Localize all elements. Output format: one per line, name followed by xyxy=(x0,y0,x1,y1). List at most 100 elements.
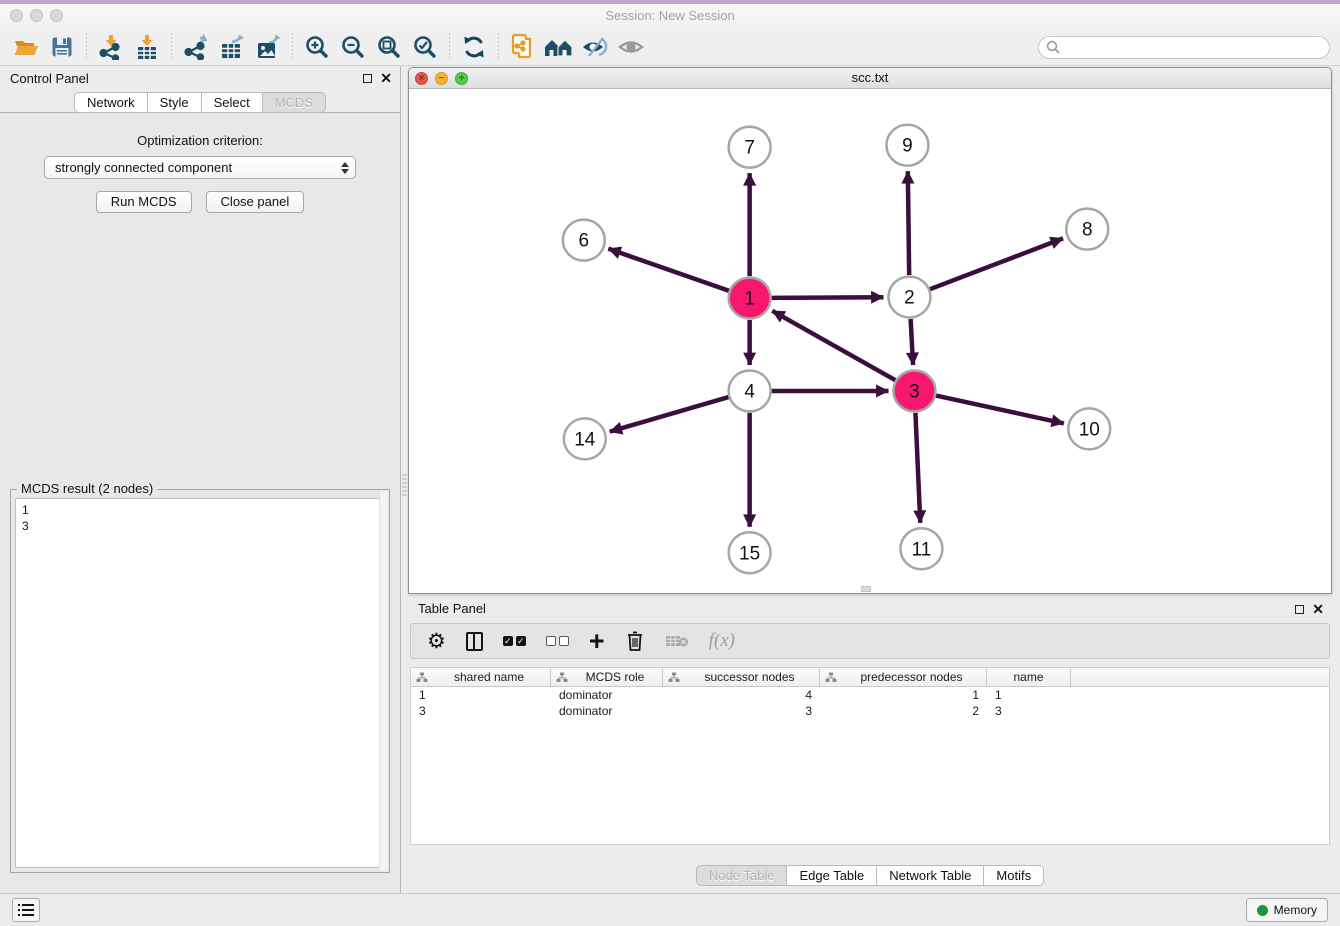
clone-network-icon xyxy=(510,33,536,61)
graph-node-6[interactable]: 6 xyxy=(563,220,605,261)
table-panel-title: Table Panel xyxy=(418,601,486,616)
graph-node-15[interactable]: 15 xyxy=(729,532,771,573)
network-minimize-button[interactable]: − xyxy=(435,72,448,85)
close-panel-icon[interactable]: ✕ xyxy=(380,72,392,84)
graph-edge-3-1[interactable] xyxy=(772,311,895,380)
toolbar-separator xyxy=(171,33,172,61)
task-history-button[interactable] xyxy=(12,898,40,922)
window-zoom-button[interactable] xyxy=(50,9,63,22)
run-mcds-button[interactable]: Run MCDS xyxy=(96,191,192,213)
tab-network-table[interactable]: Network Table xyxy=(877,865,984,886)
canvas-resize-grip[interactable] xyxy=(861,586,871,592)
delete-columns-button[interactable] xyxy=(625,630,645,652)
graph-node-9[interactable]: 9 xyxy=(886,125,928,166)
open-folder-icon xyxy=(13,35,40,59)
column-header-name[interactable]: name xyxy=(987,668,1071,686)
close-table-panel-icon[interactable]: ✕ xyxy=(1312,603,1324,615)
save-session-button[interactable] xyxy=(44,31,80,63)
show-column-panel-button[interactable] xyxy=(466,632,483,651)
open-session-button[interactable] xyxy=(8,31,44,63)
column-header-shared-name[interactable]: shared name xyxy=(411,668,551,686)
memory-button[interactable]: Memory xyxy=(1246,898,1328,922)
network-window-controls: × − + xyxy=(415,72,468,85)
graph-node-3[interactable]: 3 xyxy=(893,370,935,411)
result-scrollbar[interactable] xyxy=(379,491,388,871)
table-panel-header: Table Panel ✕ xyxy=(408,597,1332,621)
tab-mcds[interactable]: MCDS xyxy=(263,92,326,113)
tab-edge-table[interactable]: Edge Table xyxy=(787,865,877,886)
window-title: Session: New Session xyxy=(0,4,1340,28)
deselect-all-rows-button[interactable] xyxy=(546,636,569,646)
graph-node-8[interactable]: 8 xyxy=(1066,209,1108,250)
float-table-panel-icon[interactable] xyxy=(1295,605,1304,614)
panel-splitter[interactable] xyxy=(400,66,407,893)
tab-motifs[interactable]: Motifs xyxy=(984,865,1044,886)
add-column-button[interactable]: + xyxy=(589,631,605,651)
table-options-button[interactable]: ⚙ xyxy=(427,631,446,652)
graph-edge-2-3[interactable] xyxy=(911,319,913,365)
graph-node-10[interactable]: 10 xyxy=(1068,408,1110,449)
import-table-from-file-button[interactable] xyxy=(129,31,165,63)
splitter-grip-icon[interactable] xyxy=(402,474,407,496)
export-image-button[interactable] xyxy=(250,31,286,63)
graph-node-7[interactable]: 7 xyxy=(729,127,771,168)
search-icon xyxy=(1046,40,1061,55)
close-panel-button[interactable]: Close panel xyxy=(206,191,305,213)
network-canvas[interactable]: 7 9 6 8 1 2 4 3 14 10 15 11 xyxy=(409,89,1331,592)
zoom-out-button[interactable] xyxy=(335,31,371,63)
tab-select[interactable]: Select xyxy=(202,92,263,113)
graph-node-label: 2 xyxy=(904,288,915,309)
hide-selected-button[interactable] xyxy=(577,31,613,63)
column-header-mcds-role[interactable]: MCDS role xyxy=(551,668,663,686)
graph-edge-2-9[interactable] xyxy=(908,171,909,275)
first-neighbors-button[interactable] xyxy=(541,31,577,63)
graph-edge-4-14[interactable] xyxy=(610,397,729,432)
graph-node-2[interactable]: 2 xyxy=(888,277,930,318)
graph-edge-1-2[interactable] xyxy=(772,297,884,298)
table-row[interactable]: 1dominator411 xyxy=(411,687,1329,703)
graph-node-11[interactable]: 11 xyxy=(900,528,942,569)
optimization-criterion-select[interactable]: strongly connected component xyxy=(44,156,356,179)
network-close-button[interactable]: × xyxy=(415,72,428,85)
toolbar-separator xyxy=(449,33,450,61)
delete-table-button[interactable] xyxy=(665,633,689,649)
function-builder-button[interactable]: f(x) xyxy=(709,630,735,652)
show-all-button[interactable] xyxy=(613,31,649,63)
column-header-successor-nodes[interactable]: successor nodes xyxy=(663,668,820,686)
delete-table-icon xyxy=(665,633,689,649)
zoom-in-button[interactable] xyxy=(299,31,335,63)
graph-node-4[interactable]: 4 xyxy=(729,370,771,411)
tab-style[interactable]: Style xyxy=(148,92,202,113)
mcds-result-line: 1 xyxy=(22,502,378,518)
network-zoom-button[interactable]: + xyxy=(455,72,468,85)
zoom-selected-region-button[interactable] xyxy=(407,31,443,63)
graph-node-14[interactable]: 14 xyxy=(564,418,606,459)
zoom-out-icon xyxy=(340,34,366,60)
clone-network-button[interactable] xyxy=(505,31,541,63)
search-input[interactable] xyxy=(1038,36,1330,59)
window-close-button[interactable] xyxy=(10,9,23,22)
column-panel-icon xyxy=(466,632,483,651)
export-network-button[interactable] xyxy=(178,31,214,63)
table-panel: Table Panel ✕ ⚙ ✓✓ + xyxy=(408,597,1332,893)
column-header-predecessor-nodes[interactable]: predecessor nodes xyxy=(820,668,987,686)
zoom-fit-content-button[interactable] xyxy=(371,31,407,63)
graph-edge-3-10[interactable] xyxy=(936,396,1064,424)
mcds-result-list[interactable]: 13 xyxy=(15,498,385,868)
graph-node-1[interactable]: 1 xyxy=(729,278,771,319)
tab-node-table[interactable]: Node Table xyxy=(696,865,788,886)
select-all-rows-button[interactable]: ✓✓ xyxy=(503,636,526,646)
graph-edge-1-6[interactable] xyxy=(608,249,729,291)
save-floppy-icon xyxy=(50,35,74,59)
float-panel-icon[interactable] xyxy=(363,74,372,83)
export-table-button[interactable] xyxy=(214,31,250,63)
table-cell: 1 xyxy=(820,688,987,702)
window-minimize-button[interactable] xyxy=(30,9,43,22)
import-network-from-file-button[interactable] xyxy=(93,31,129,63)
graph-edge-3-11[interactable] xyxy=(915,413,920,523)
apply-preferred-layout-button[interactable] xyxy=(456,31,492,63)
graph-edge-2-8[interactable] xyxy=(930,238,1063,289)
tab-network[interactable]: Network xyxy=(74,92,148,113)
memory-button-label: Memory xyxy=(1274,903,1317,917)
table-row[interactable]: 3dominator323 xyxy=(411,703,1329,719)
